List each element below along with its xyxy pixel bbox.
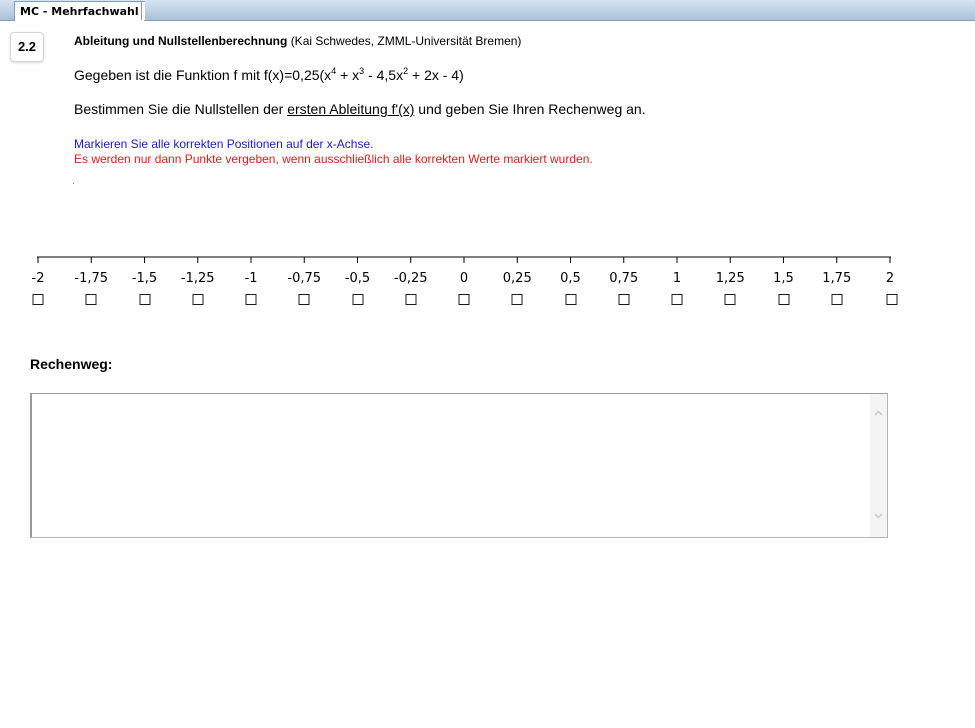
x-axis-tick-label: 0: [459, 271, 469, 286]
x-axis-tick-label: 0,75: [609, 271, 639, 286]
x-axis-position-checkbox[interactable]: [298, 294, 310, 305]
scroll-up-icon[interactable]: [874, 409, 883, 418]
x-axis-tick-label: 1,5: [773, 271, 794, 286]
x-axis-position-checkbox[interactable]: [618, 294, 630, 305]
x-axis-tick-label: 0,5: [560, 271, 581, 286]
x-axis-tick-label: 1,25: [715, 271, 745, 286]
x-axis-tick-label: 1: [672, 271, 682, 286]
x-axis-line: [37, 256, 891, 263]
x-axis-tick-label: 2: [885, 271, 895, 286]
x-axis-position-checkbox[interactable]: [245, 294, 257, 305]
x-axis-tick-label: -0,5: [344, 271, 371, 286]
x-axis-position-checkbox[interactable]: [85, 294, 97, 305]
x-axis-position-checkbox[interactable]: [778, 294, 789, 305]
x-axis-tick-label: -1: [244, 271, 258, 286]
x-axis-position-checkbox[interactable]: [724, 294, 736, 305]
x-axis-position-checkbox[interactable]: [192, 294, 204, 305]
x-axis-position-checkbox[interactable]: [886, 294, 898, 305]
x-axis-position-checkbox[interactable]: [405, 294, 417, 305]
x-axis-tick-label: -0,75: [287, 271, 322, 286]
x-axis-tick-label: -0,25: [393, 271, 428, 286]
x-axis-position-checkbox[interactable]: [831, 294, 843, 305]
rechenweg-scrollbar[interactable]: [870, 394, 887, 537]
x-axis-tick-label: -2: [31, 271, 45, 286]
rechenweg-label: Rechenweg:: [30, 356, 113, 372]
x-axis-position-checkbox[interactable]: [32, 294, 44, 305]
x-axis-tick-label: -1,25: [180, 271, 215, 286]
x-axis-position-checkbox[interactable]: [565, 294, 576, 305]
rechenweg-field: [30, 393, 888, 538]
x-axis-tick-label: 0,25: [502, 271, 532, 286]
x-axis-position-checkbox[interactable]: [671, 294, 683, 305]
x-axis-tick-label: -1,75: [74, 271, 109, 286]
x-axis-position-checkbox[interactable]: [458, 294, 470, 305]
scroll-down-icon[interactable]: [874, 511, 883, 520]
x-axis-position-checkbox[interactable]: [139, 294, 150, 305]
x-axis-tick-label: -1,5: [131, 271, 158, 286]
x-axis-position-checkbox[interactable]: [511, 294, 523, 305]
x-axis-position-checkbox[interactable]: [352, 294, 363, 305]
x-axis-ticks: [37, 257, 891, 263]
x-axis-tick-label: 1,75: [822, 271, 852, 286]
rechenweg-textarea[interactable]: [32, 394, 870, 537]
